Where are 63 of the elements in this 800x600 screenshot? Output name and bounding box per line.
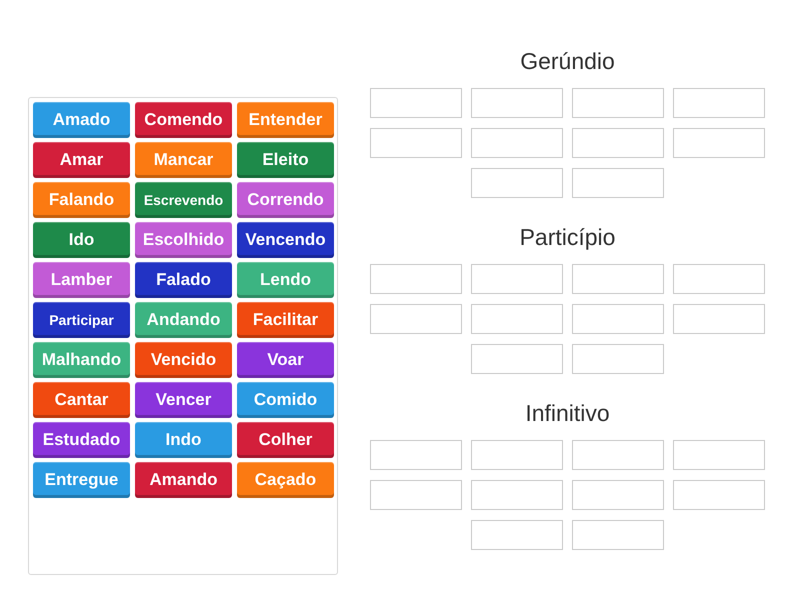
drop-slot[interactable] [370,88,462,118]
word-tile[interactable]: Falando [33,182,130,218]
drop-slot[interactable] [370,128,462,158]
drop-slot[interactable] [471,168,563,198]
word-tile[interactable]: Malhando [33,342,130,378]
word-tile[interactable]: Indo [135,422,232,458]
drop-slot[interactable] [471,520,563,550]
drop-slot[interactable] [370,440,462,470]
word-tile[interactable]: Comendo [135,102,232,138]
word-tile[interactable]: Amando [135,462,232,498]
word-tile[interactable]: Cantar [33,382,130,418]
drop-slot[interactable] [370,480,462,510]
word-tile[interactable]: Vencido [135,342,232,378]
group-title: Gerúndio [520,47,615,75]
drop-slot[interactable] [572,168,664,198]
drop-slot[interactable] [572,480,664,510]
drop-slot[interactable] [370,304,462,334]
drop-slot[interactable] [673,440,765,470]
word-tile[interactable]: Entender [237,102,334,138]
drop-slot[interactable] [673,88,765,118]
drop-slot[interactable] [673,264,765,294]
group-title: Particípio [520,223,616,251]
word-tile[interactable]: Participar [33,302,130,338]
drop-slot[interactable] [471,480,563,510]
word-tile[interactable]: Colher [237,422,334,458]
drop-slot[interactable] [572,304,664,334]
drop-slot[interactable] [572,264,664,294]
word-tile[interactable]: Correndo [237,182,334,218]
word-tile[interactable]: Vencendo [237,222,334,258]
word-tile[interactable]: Mancar [135,142,232,178]
word-tile[interactable]: Entregue [33,462,130,498]
drop-slot[interactable] [471,88,563,118]
group-title: Infinitivo [525,399,610,427]
drop-slot[interactable] [673,304,765,334]
word-tile[interactable]: Amar [33,142,130,178]
word-tile[interactable]: Amado [33,102,130,138]
word-tile[interactable]: Falado [135,262,232,298]
drop-slot[interactable] [471,304,563,334]
drop-slot[interactable] [370,264,462,294]
drop-slot[interactable] [673,480,765,510]
drop-slot[interactable] [471,344,563,374]
word-tile[interactable]: Andando [135,302,232,338]
drop-slot[interactable] [572,88,664,118]
word-tile[interactable]: Estudado [33,422,130,458]
word-tile[interactable]: Facilitar [237,302,334,338]
word-tile[interactable]: Escrevendo [135,182,232,218]
drop-slot[interactable] [572,440,664,470]
drop-slot[interactable] [572,520,664,550]
word-tile[interactable]: Voar [237,342,334,378]
drop-slot[interactable] [471,264,563,294]
drop-slot[interactable] [471,440,563,470]
word-tile[interactable]: Ido [33,222,130,258]
drop-slot[interactable] [471,128,563,158]
word-tile[interactable]: Lendo [237,262,334,298]
word-tile[interactable]: Escolhido [135,222,232,258]
drop-slot[interactable] [572,344,664,374]
word-tile[interactable]: Caçado [237,462,334,498]
word-tile[interactable]: Eleito [237,142,334,178]
drop-slot[interactable] [572,128,664,158]
word-tile[interactable]: Comido [237,382,334,418]
word-tile[interactable]: Lamber [33,262,130,298]
drop-slot[interactable] [673,128,765,158]
word-tile[interactable]: Vencer [135,382,232,418]
